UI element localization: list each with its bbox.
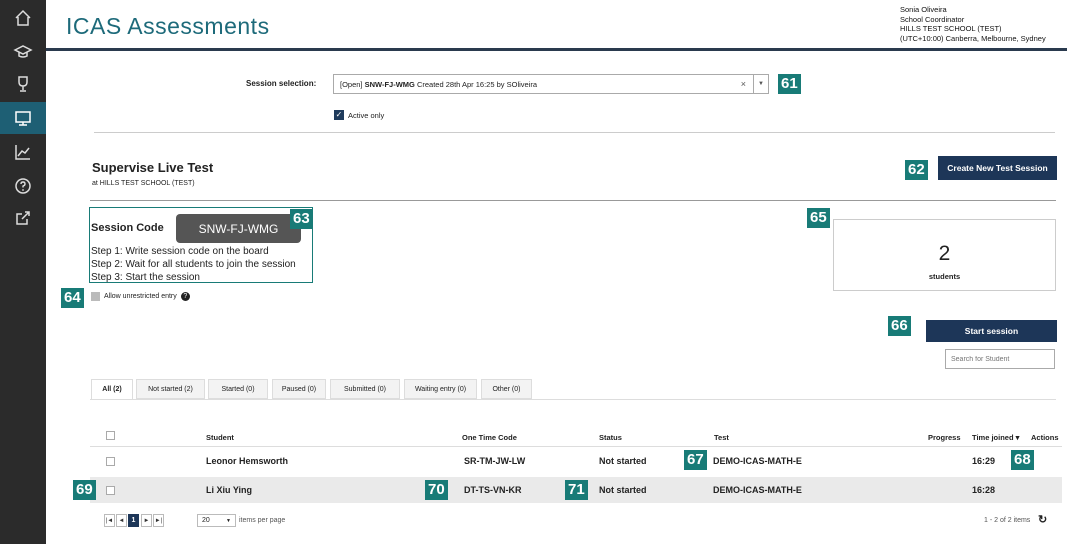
student-name: Leonor Hemsworth: [206, 456, 289, 466]
user-name: Sonia Oliveira: [900, 5, 947, 14]
student-count-card: 2 students: [833, 219, 1056, 291]
session-select[interactable]: [Open] SNW-FJ-WMG Created 28th Apr 16:25…: [333, 74, 769, 94]
chevron-down-icon: ▼: [226, 517, 231, 524]
active-only-toggle[interactable]: ✓ Active only: [334, 110, 384, 120]
session-steps: Step 1: Write session code on the board …: [91, 245, 296, 284]
tab-all[interactable]: All (2): [91, 379, 133, 399]
badge-69: 69: [73, 480, 96, 500]
status: Not started: [599, 485, 647, 495]
page-size-select[interactable]: 20 ▼: [197, 514, 236, 527]
graduation-cap-icon[interactable]: [0, 36, 46, 68]
tab-not-started[interactable]: Not started (2): [136, 379, 205, 399]
column-test[interactable]: Test: [714, 433, 729, 442]
user-timezone: (UTC+10:00) Canberra, Melbourne, Sydney: [900, 33, 1046, 43]
help-icon[interactable]: ?: [180, 292, 190, 301]
step-3: Step 3: Start the session: [91, 272, 200, 283]
badge-71: 71: [565, 480, 588, 500]
tab-submitted[interactable]: Submitted (0): [330, 379, 400, 399]
badge-68: 68: [1011, 450, 1034, 470]
badge-67: 67: [684, 450, 707, 470]
badge-64: 64: [61, 288, 84, 308]
first-page-button[interactable]: |◄: [104, 514, 115, 527]
header-divider: [46, 48, 1067, 51]
time-joined: 16:28: [972, 485, 996, 495]
search-student-input[interactable]: [945, 349, 1055, 369]
one-time-code: DT-TS-VN-KR: [464, 485, 522, 495]
pager-summary: 1 - 2 of 2 items: [984, 517, 1031, 524]
tab-paused[interactable]: Paused (0): [272, 379, 326, 399]
user-school: HILLS TEST SCHOOL (TEST): [900, 24, 1002, 33]
home-icon[interactable]: [0, 2, 46, 34]
test-name: DEMO-ICAS-MATH-E: [713, 485, 802, 495]
session-select-value: [Open] SNW-FJ-WMG Created 28th Apr 16:25…: [340, 79, 538, 89]
divider: [90, 200, 1056, 201]
trophy-icon[interactable]: [0, 68, 46, 100]
badge-66: 66: [888, 316, 911, 336]
student-count: 2: [938, 242, 951, 265]
page-1-button[interactable]: 1: [128, 514, 139, 527]
unrestricted-entry-label: Allow unrestricted entry: [104, 293, 177, 300]
chart-icon[interactable]: [0, 136, 46, 168]
column-one-time-code[interactable]: One Time Code: [462, 433, 517, 442]
column-status[interactable]: Status: [599, 433, 622, 442]
table-header-divider: [90, 446, 1062, 447]
session-code-label: Session Code: [91, 222, 164, 234]
page-title: Supervise Live Test: [92, 160, 214, 175]
last-page-button[interactable]: ►|: [153, 514, 164, 527]
status: Not started: [599, 456, 647, 466]
start-session-button[interactable]: Start session: [926, 320, 1057, 342]
active-only-label: Active only: [348, 110, 385, 120]
unrestricted-entry-toggle[interactable]: Allow unrestricted entry ?: [91, 292, 190, 301]
page-subtitle: at HILLS TEST SCHOOL (TEST): [92, 180, 195, 187]
chevron-down-icon[interactable]: ▼: [753, 75, 768, 93]
external-link-icon[interactable]: [0, 202, 46, 234]
monitor-icon[interactable]: [0, 102, 46, 134]
badge-62: 62: [905, 160, 928, 180]
badge-65: 65: [807, 208, 830, 228]
column-progress[interactable]: Progress: [928, 433, 961, 442]
user-role: School Coordinator: [900, 14, 965, 24]
prev-page-button[interactable]: ◄: [116, 514, 127, 527]
tab-other[interactable]: Other (0): [481, 379, 532, 399]
select-all-checkbox[interactable]: [106, 431, 115, 440]
column-time-joined[interactable]: Time joined ▾: [972, 433, 1019, 442]
badge-70: 70: [425, 480, 448, 500]
session-selection-label: Session selection:: [246, 79, 317, 88]
student-name: Li Xiu Ying: [206, 485, 253, 495]
session-code-display: SNW-FJ-WMG: [176, 214, 301, 243]
student-count-label: students: [928, 272, 961, 281]
step-2: Step 2: Wait for all students to join th…: [91, 259, 296, 270]
row-checkbox[interactable]: [106, 457, 115, 466]
tab-waiting-entry[interactable]: Waiting entry (0): [404, 379, 477, 399]
unrestricted-entry-checkbox[interactable]: [91, 292, 100, 301]
step-1: Step 1: Write session code on the board: [91, 246, 269, 257]
create-new-test-session-button[interactable]: Create New Test Session: [938, 156, 1057, 180]
refresh-icon[interactable]: ↻: [1038, 513, 1047, 526]
one-time-code: SR-TM-JW-LW: [464, 456, 526, 466]
divider: [94, 132, 1055, 133]
test-name: DEMO-ICAS-MATH-E: [713, 456, 802, 466]
tab-started[interactable]: Started (0): [208, 379, 268, 399]
column-actions: Actions: [1031, 433, 1059, 442]
active-only-checkbox[interactable]: ✓: [334, 110, 344, 120]
user-info: Sonia Oliveira School Coordinator HILLS …: [900, 5, 1046, 43]
column-student[interactable]: Student: [206, 433, 234, 442]
sidebar: [0, 0, 46, 544]
page-size-value: 20: [202, 517, 210, 524]
badge-61: 61: [778, 74, 801, 94]
tabs-divider: [90, 399, 1056, 400]
clear-icon[interactable]: ×: [741, 79, 746, 89]
items-per-page-label: items per page: [239, 517, 286, 524]
app-title: ICAS Assessments: [66, 13, 270, 39]
row-checkbox[interactable]: [106, 486, 115, 495]
badge-63: 63: [290, 209, 313, 229]
time-joined: 16:29: [972, 456, 996, 466]
help-icon[interactable]: [0, 170, 46, 202]
next-page-button[interactable]: ►: [141, 514, 152, 527]
